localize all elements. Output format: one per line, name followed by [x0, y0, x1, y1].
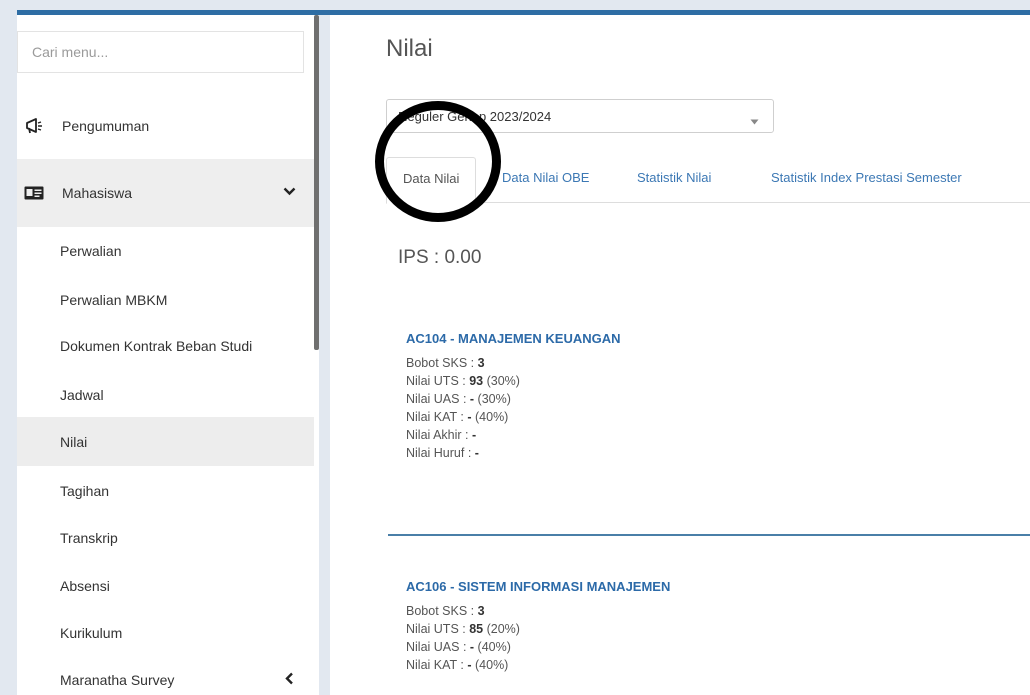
semester-select[interactable]: Reguler Genap 2023/2024 — [386, 99, 774, 133]
course-huruf: Nilai Huruf : - — [406, 446, 479, 460]
id-card-icon — [23, 186, 45, 200]
sidebar-item-nilai[interactable]: Nilai — [17, 417, 314, 466]
sidebar-item-label: Perwalian MBKM — [60, 291, 168, 308]
course-uts: Nilai UTS : 93 (30%) — [406, 374, 520, 388]
tab-data-nilai[interactable]: Data Nilai — [386, 157, 477, 204]
sidebar-item-label: Dokumen Kontrak Beban Studi — [60, 337, 253, 354]
sidebar-item-pengumuman[interactable]: Pengumuman — [17, 92, 314, 160]
sidebar-item-label: Jadwal — [60, 386, 104, 403]
course-akhir: Nilai Akhir : - — [406, 428, 477, 442]
tab-statistik-ips[interactable]: Statistik Index Prestasi Semester — [755, 157, 978, 203]
course-card: AC104 - MANAJEMEN KEUANGAN Bobot SKS : 3… — [406, 331, 966, 462]
sidebar-item-perwalian-mbkm[interactable]: Perwalian MBKM — [17, 275, 314, 324]
tab-statistik-nilai[interactable]: Statistik Nilai — [621, 157, 727, 203]
sidebar-item-mahasiswa[interactable]: Mahasiswa — [17, 159, 314, 227]
caret-down-icon — [750, 113, 759, 128]
sidebar-item-kurikulum[interactable]: Kurikulum — [17, 608, 314, 657]
course-card: AC106 - SISTEM INFORMASI MANAJEMEN Bobot… — [406, 579, 966, 674]
sidebar-item-maranatha-survey[interactable]: Maranatha Survey — [17, 655, 314, 695]
sidebar-item-transkrip[interactable]: Transkrip — [17, 513, 314, 562]
course-uas: Nilai UAS : - (30%) — [406, 392, 511, 406]
sidebar-item-label: Absensi — [60, 577, 110, 594]
sidebar-item-tagihan[interactable]: Tagihan — [17, 466, 314, 515]
semester-select-value: Reguler Genap 2023/2024 — [398, 108, 552, 124]
chevron-left-icon[interactable] — [285, 672, 294, 688]
sidebar-item-perwalian[interactable]: Perwalian — [17, 226, 314, 275]
sidebar-item-label: Perwalian — [60, 242, 122, 259]
course-title: AC106 - SISTEM INFORMASI MANAJEMEN — [406, 579, 671, 594]
tab-bar: Data Nilai Data Nilai OBE Statistik Nila… — [386, 157, 1030, 204]
sidebar-item-label: Transkrip — [60, 529, 118, 546]
sidebar-item-dokumen-kontrak[interactable]: Dokumen Kontrak Beban Studi — [17, 321, 314, 370]
course-uts: Nilai UTS : 85 (20%) — [406, 622, 520, 636]
course-divider — [388, 534, 1030, 536]
main-content: Nilai Reguler Genap 2023/2024 Data Nilai… — [330, 15, 1030, 695]
course-kat: Nilai KAT : - (40%) — [406, 410, 509, 424]
page-title: Nilai — [386, 35, 433, 62]
sidebar-scrollbar[interactable] — [314, 15, 319, 350]
sidebar-item-jadwal[interactable]: Jadwal — [17, 370, 314, 419]
sidebar-item-label: Kurikulum — [60, 624, 123, 641]
sidebar-item-label: Nilai — [60, 433, 88, 450]
course-bobot: Bobot SKS : 3 — [406, 604, 485, 618]
ips-value: IPS : 0.00 — [398, 247, 482, 268]
search-input[interactable] — [17, 31, 304, 73]
sidebar: Pengumuman Mahasiswa Perwalian Perwalian… — [17, 15, 319, 695]
course-bobot: Bobot SKS : 3 — [406, 356, 485, 370]
chevron-down-icon[interactable] — [283, 183, 296, 199]
sidebar-item-label: Maranatha Survey — [60, 671, 175, 688]
sidebar-item-label: Pengumuman — [62, 118, 150, 134]
sidebar-item-label: Tagihan — [60, 482, 110, 499]
sidebar-item-absensi[interactable]: Absensi — [17, 561, 314, 610]
megaphone-icon — [23, 118, 45, 134]
sidebar-item-label: Mahasiswa — [62, 185, 133, 201]
course-uas: Nilai UAS : - (40%) — [406, 640, 511, 654]
course-kat: Nilai KAT : - (40%) — [406, 658, 509, 672]
tab-data-nilai-obe[interactable]: Data Nilai OBE — [486, 157, 605, 203]
course-title: AC104 - MANAJEMEN KEUANGAN — [406, 331, 621, 346]
